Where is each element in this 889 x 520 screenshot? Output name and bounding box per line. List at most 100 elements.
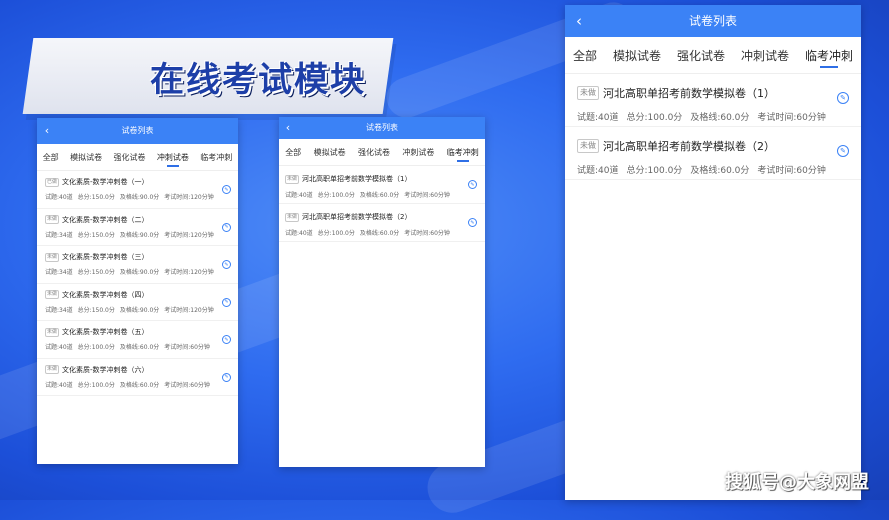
- exam-list-item[interactable]: 未做 河北高职单招考前数学模拟卷（1） 试题:40道 总分:100.0分 及格线:60.…: [279, 166, 485, 204]
- exam-duration: 考试时间:60分钟: [404, 192, 450, 199]
- exam-title: 河北高职单招考前数学模拟卷（2）: [302, 213, 412, 221]
- tab-5[interactable]: 临考冲刺: [200, 152, 232, 163]
- question-count: 试题:34道: [45, 306, 73, 314]
- total-score: 总分:150.0分: [77, 194, 115, 201]
- exam-meta: 试题:40道 总分:100.0分 及格线:60.0分 考试时间:60分钟: [45, 342, 238, 351]
- question-count: 试题:40道: [285, 192, 313, 199]
- exam-list-item[interactable]: 已做 文化素质-数学冲刺卷（一） 试题:40道 总分:150.0分 及格线:90.0分考…: [37, 171, 238, 209]
- question-count: 试题:40道: [577, 113, 619, 123]
- tab-1[interactable]: 全部: [573, 47, 597, 64]
- total-score: 总分:100.0分: [77, 381, 115, 389]
- exam-title: 河北高职单招考前数学模拟卷（1）: [302, 175, 412, 183]
- tab-bar: 全部 模拟试卷 强化试卷 冲刺试卷 临考冲刺: [565, 37, 861, 74]
- edit-icon[interactable]: ✎: [222, 222, 231, 232]
- exam-title-row: 未做 文化素质-数学冲刺卷（五）: [45, 327, 238, 337]
- edit-icon[interactable]: ✎: [222, 297, 231, 307]
- exam-list-item[interactable]: 未做 河北高职单招考前数学模拟卷（2） 试题:40道 总分:100.0分 及格线:60.…: [279, 204, 485, 242]
- question-count: 试题:40道: [45, 344, 73, 351]
- exam-duration: 考试时间:120分钟: [164, 231, 214, 239]
- tab-3[interactable]: 强化试卷: [677, 47, 725, 64]
- edit-icon[interactable]: ✎: [222, 185, 231, 194]
- exam-title-row: 未做 河北高职单招考前数学模拟卷（1）: [285, 174, 485, 184]
- exam-duration: 考试时间:60分钟: [757, 113, 826, 123]
- pass-line: 及格线:90.0分: [119, 231, 160, 239]
- pass-line: 及格线:90.0分: [119, 269, 160, 276]
- question-count: 试题:34道: [45, 269, 73, 276]
- back-arrow-icon[interactable]: ‹: [565, 5, 593, 37]
- exam-title-row: 已做 文化素质-数学冲刺卷（一）: [45, 177, 238, 187]
- exam-title-row: 未做 文化素质-数学冲刺卷（三）: [45, 252, 238, 262]
- tab-4[interactable]: 冲刺试卷: [157, 152, 189, 163]
- edit-icon[interactable]: ✎: [222, 335, 231, 344]
- tab-bar: 全部 模拟试卷 强化试卷 冲刺试卷 临考冲刺: [37, 144, 238, 171]
- exam-title-row: 未做 河北高职单招考前数学模拟卷（1）: [577, 85, 861, 101]
- tab-5[interactable]: 临考冲刺: [447, 147, 479, 158]
- status-badge: 未做: [45, 327, 60, 337]
- edit-icon[interactable]: ✎: [222, 260, 231, 269]
- exam-title-row: 未做 河北高职单招考前数学模拟卷（2）: [577, 138, 861, 154]
- exam-meta: 试题:40道 总分:100.0分 及格线:60.0分 考试时间:60分钟: [285, 190, 485, 199]
- tab-2[interactable]: 模拟试卷: [613, 47, 661, 64]
- status-badge: 未做: [45, 215, 60, 224]
- tab-1[interactable]: 全部: [285, 147, 301, 158]
- exam-meta: 试题:40道 总分:100.0分 及格线:60.0分 考试时间:60分钟: [577, 110, 861, 123]
- exam-title: 河北高职单招考前数学模拟卷（2）: [603, 140, 775, 153]
- exam-title: 文化素质-数学冲刺卷（六）: [62, 365, 149, 374]
- question-count: 试题:40道: [45, 381, 73, 389]
- tab-2[interactable]: 模拟试卷: [70, 152, 102, 163]
- exam-title: 文化素质-数学冲刺卷（一）: [62, 178, 149, 186]
- exam-list-item[interactable]: 未做 文化素质-数学冲刺卷（三） 试题:34道 总分:150.0分 及格线:90.0分考…: [37, 246, 238, 284]
- edit-icon[interactable]: ✎: [837, 145, 849, 157]
- screen-header: ‹ 试卷列表: [279, 117, 485, 139]
- tab-5[interactable]: 临考冲刺: [805, 47, 853, 64]
- exam-meta: 试题:40道 总分:100.0分 及格线:60.0分 考试时间:60分钟: [285, 228, 485, 237]
- tab-1[interactable]: 全部: [43, 152, 59, 163]
- exam-title-row: 未做 文化素质-数学冲刺卷（六）: [45, 365, 238, 375]
- pass-line: 及格线:90.0分: [119, 194, 160, 201]
- exam-duration: 考试时间:60分钟: [164, 381, 210, 389]
- pass-line: 及格线:90.0分: [119, 306, 160, 314]
- status-badge: 未做: [577, 86, 599, 100]
- tab-3[interactable]: 强化试卷: [113, 152, 145, 163]
- exam-duration: 考试时间:60分钟: [757, 166, 826, 176]
- back-arrow-icon[interactable]: ‹: [37, 118, 57, 144]
- pass-line: 及格线:60.0分: [359, 230, 400, 237]
- status-badge: 未做: [45, 252, 60, 262]
- exam-meta: 试题:40道 总分:100.0分 及格线:60.0分 考试时间:60分钟: [45, 380, 238, 389]
- edit-icon[interactable]: ✎: [468, 218, 477, 227]
- exam-title-row: 未做 文化素质-数学冲刺卷（二）: [45, 215, 238, 225]
- back-arrow-icon[interactable]: ‹: [279, 117, 297, 139]
- exam-meta: 试题:34道 总分:150.0分 及格线:90.0分 考试时间:120分钟: [45, 267, 238, 276]
- header-title: 试卷列表: [121, 126, 154, 135]
- exam-list-item[interactable]: 未做 文化素质-数学冲刺卷（四） 试题:34道 总分:150.0分 及格线:90.0分考…: [37, 284, 238, 321]
- edit-icon[interactable]: ✎: [468, 180, 477, 189]
- total-score: 总分:150.0分: [77, 269, 115, 276]
- exam-list-item[interactable]: 未做 河北高职单招考前数学模拟卷（1） 试题:40道 总分:100.0分 及格线:60.…: [565, 74, 861, 127]
- tab-3[interactable]: 强化试卷: [358, 147, 390, 158]
- status-badge: 未做: [285, 174, 300, 184]
- question-count: 试题:40道: [45, 194, 73, 201]
- phone-screen-right: ‹ 试卷列表 全部 模拟试卷 强化试卷 冲刺试卷 临考冲刺 未做 河北高职单招考前数学模拟卷（1…: [565, 5, 861, 500]
- exam-meta: 试题:34道 总分:150.0分 及格线:90.0分 考试时间:120分钟: [45, 230, 238, 239]
- question-count: 试题:40道: [577, 166, 619, 176]
- tab-4[interactable]: 冲刺试卷: [741, 47, 789, 64]
- edit-icon[interactable]: ✎: [837, 92, 849, 104]
- status-badge: 已做: [45, 177, 60, 187]
- total-score: 总分:150.0分: [77, 306, 115, 314]
- tab-2[interactable]: 模拟试卷: [314, 147, 346, 158]
- exam-list-item[interactable]: 未做 文化素质-数学冲刺卷（五） 试题:40道 总分:100.0分 及格线:60.0分考…: [37, 321, 238, 359]
- total-score: 总分:100.0分: [626, 113, 683, 123]
- total-score: 总分:150.0分: [77, 231, 115, 239]
- exam-list-item[interactable]: 未做 文化素质-数学冲刺卷（二） 试题:34道 总分:150.0分 及格线:90.0分考…: [37, 209, 238, 246]
- question-count: 试题:34道: [45, 231, 73, 239]
- exam-duration: 考试时间:60分钟: [164, 344, 210, 351]
- exam-duration: 考试时间:120分钟: [164, 194, 214, 201]
- exam-title-row: 未做 河北高职单招考前数学模拟卷（2）: [285, 212, 485, 222]
- phone-screen-middle: ‹ 试卷列表全部 模拟试卷 强化试卷 冲刺试卷 临考冲刺未做 河北高职单招考前数学模拟卷（1…: [279, 117, 485, 467]
- tab-4[interactable]: 冲刺试卷: [402, 147, 434, 158]
- exam-title: 文化素质-数学冲刺卷（二）: [62, 215, 149, 224]
- edit-icon[interactable]: ✎: [222, 372, 231, 382]
- exam-list-item[interactable]: 未做 文化素质-数学冲刺卷（六） 试题:40道 总分:100.0分 及格线:60.0分考…: [37, 359, 238, 396]
- exam-list-item[interactable]: 未做 河北高职单招考前数学模拟卷（2） 试题:40道 总分:100.0分 及格线:60.…: [565, 127, 861, 180]
- exam-meta: 试题:34道 总分:150.0分 及格线:90.0分 考试时间:120分钟: [45, 305, 238, 314]
